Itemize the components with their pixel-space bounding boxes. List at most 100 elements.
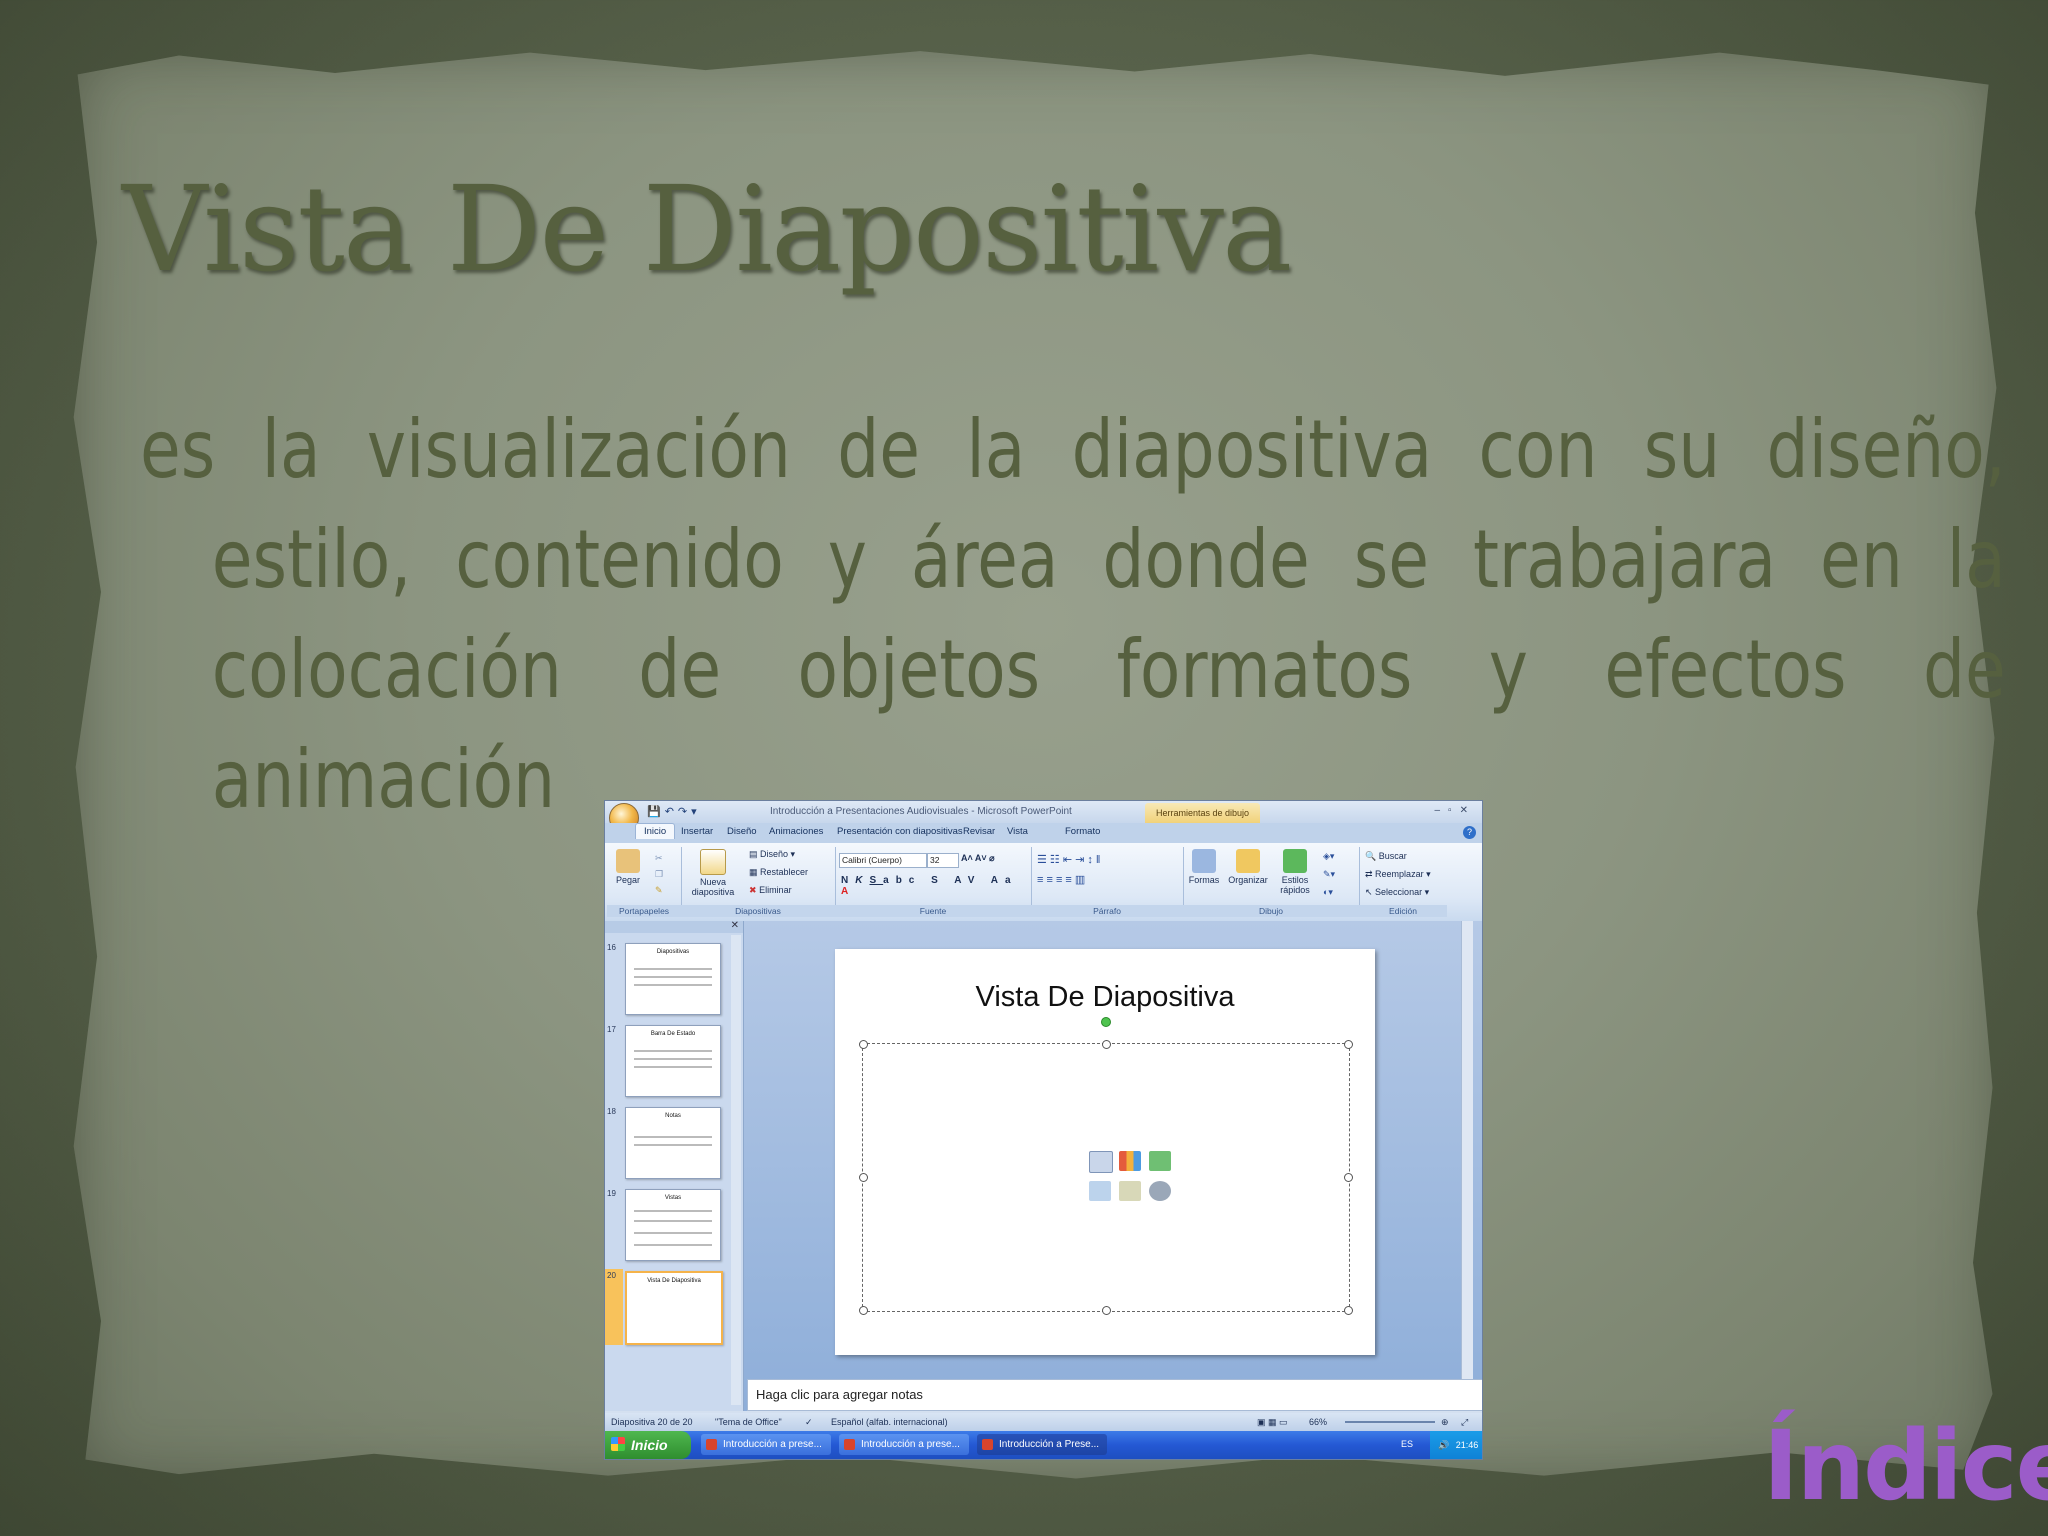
resize-handle[interactable] [1102,1306,1111,1315]
tab-inicio[interactable]: Inicio [635,823,676,839]
zoom-level[interactable]: 66% [1309,1413,1327,1431]
editor-scrollbar[interactable] [1461,921,1473,1381]
thumbnail-17[interactable]: 17 Barra De Estado [605,1023,733,1099]
ribbon: Pegar ✂ ❐ ✎ Portapapeles Nueva diapositi… [605,843,1482,922]
resize-handle[interactable] [859,1306,868,1315]
start-button[interactable]: Inicio [605,1431,691,1459]
close-icon[interactable]: ✕ [731,920,739,931]
powerpoint-icon [982,1439,993,1450]
resize-handle[interactable] [1102,1040,1111,1049]
pane-tabs[interactable]: ✕ [605,920,743,933]
group-diapositivas: Nueva diapositiva ▤ Diseño ▾ ▦ Restablec… [681,847,836,917]
align-buttons[interactable]: ≡ ≡ ≡ ≡ ▥ [1037,873,1085,886]
help-icon[interactable]: ? [1463,826,1476,839]
shapes-icon [1192,849,1216,873]
window-controls[interactable]: –▫✕ [1435,805,1477,816]
font-size-select[interactable]: 32 [927,853,959,868]
workspace: ✕ 16 Diapositivas 17 Barra De Estado 18 … [605,920,1482,1411]
taskbar-item-active[interactable]: Introducción a Prese... [977,1434,1107,1455]
rotation-handle[interactable] [1101,1017,1111,1027]
reset-button[interactable]: ▦ Restablecer [749,867,808,878]
resize-handle[interactable] [859,1040,868,1049]
tab-vista[interactable]: Vista [1007,826,1028,837]
format-painter-icon[interactable]: ✎ [655,885,663,896]
shape-outline-icon[interactable]: ✎▾ [1323,869,1335,880]
thumbnail-scrollbar[interactable] [731,935,741,1405]
copy-icon[interactable]: ❐ [655,869,663,880]
current-slide[interactable]: Vista De Diapositiva [835,949,1375,1355]
font-name-select[interactable]: Calibri (Cuerpo) [839,853,927,868]
select-button[interactable]: ↖ Seleccionar ▾ [1365,887,1429,898]
slide-counter: Diapositiva 20 de 20 [611,1417,693,1427]
window-title: Introducción a Presentaciones Audiovisua… [770,806,1072,817]
theme-name: "Tema de Office" [715,1417,782,1427]
notes-field[interactable]: Haga clic para agregar notas [747,1379,1482,1411]
resize-handle[interactable] [1344,1040,1353,1049]
arrange-button[interactable]: Organizar [1225,849,1271,885]
quick-styles-button[interactable]: Estilos rápidos [1275,849,1315,895]
group-label-edicion: Edición [1359,905,1447,917]
quick-styles-icon [1283,849,1307,873]
new-slide-button[interactable]: Nueva diapositiva [687,849,739,897]
tab-animaciones[interactable]: Animaciones [769,826,823,837]
taskbar: Inicio Introducción a prese... Introducc… [605,1431,1482,1459]
fit-window-icon[interactable]: ⤢ [1461,1413,1468,1431]
powerpoint-icon [706,1439,717,1450]
spelling-icon[interactable]: ✓ [805,1413,813,1431]
insert-picture-icon[interactable] [1089,1181,1111,1201]
slides-thumbnail-pane: ✕ 16 Diapositivas 17 Barra De Estado 18 … [605,920,744,1411]
slide-editor: Vista De Diapositiva [743,921,1473,1381]
group-parrafo: ☰ ☷ ⇤ ⇥ ↕ ‖ ≡ ≡ ≡ ≡ ▥ Párrafo [1031,847,1184,917]
group-label-parrafo: Párrafo [1031,905,1183,917]
thumbnail-18[interactable]: 18 Notas [605,1105,733,1181]
zoom-in-icon[interactable]: ⊕ [1441,1413,1449,1431]
speaker-icon[interactable]: 🔊 [1430,1440,1449,1450]
shape-effects-icon[interactable]: ◐▾ [1323,887,1333,898]
insert-clipart-icon[interactable] [1119,1181,1141,1201]
replace-button[interactable]: ⇄ Reemplazar ▾ [1365,869,1431,880]
current-slide-title[interactable]: Vista De Diapositiva [835,981,1375,1014]
slide-body-text: es la visualización de la diapositiva co… [140,403,2006,826]
context-tab-drawing-tools: Herramientas de dibujo [1145,803,1260,823]
cut-icon[interactable]: ✂ [655,853,663,864]
system-tray: 🔊 21:46 [1430,1431,1482,1459]
slide-title: Vista De Diapositiva [122,160,1292,298]
list-buttons[interactable]: ☰ ☷ ⇤ ⇥ ↕ ‖ [1037,853,1100,866]
view-buttons[interactable]: ▣ ▦ ▭ [1257,1413,1288,1431]
taskbar-item[interactable]: Introducción a prese... [701,1434,831,1455]
find-button[interactable]: 🔍 Buscar [1365,851,1407,862]
shapes-button[interactable]: Formas [1187,849,1221,885]
ribbon-tabs: Inicio Insertar Diseño Animaciones Prese… [605,823,1482,843]
resize-handle[interactable] [859,1173,868,1182]
tab-presentacion[interactable]: Presentación con diapositivas [837,826,963,837]
paste-button[interactable]: Pegar [613,849,643,885]
delete-slide-button[interactable]: ✖ Eliminar [749,885,792,896]
layout-button[interactable]: ▤ Diseño ▾ [749,849,795,860]
insert-table-icon[interactable] [1089,1151,1113,1173]
thumbnail-19[interactable]: 19 Vistas [605,1187,733,1263]
insert-chart-icon[interactable] [1119,1151,1141,1171]
tab-diseno[interactable]: Diseño [727,826,757,837]
taskbar-item[interactable]: Introducción a prese... [839,1434,969,1455]
resize-handle[interactable] [1344,1306,1353,1315]
resize-handle[interactable] [1344,1173,1353,1182]
grow-shrink-font-buttons[interactable]: A˄ A˅ ⌀ [961,853,995,864]
zoom-slider[interactable] [1345,1421,1435,1423]
font-format-buttons[interactable]: NKSabc S AV Aa A [841,875,1031,897]
group-label-portapapeles: Portapapeles [607,905,681,917]
quick-access-toolbar-icons[interactable]: 💾↶↷▾ [647,805,701,818]
insert-media-icon[interactable] [1149,1181,1171,1201]
language-status[interactable]: Español (alfab. internacional) [831,1413,948,1431]
insert-content-icons [1089,1151,1171,1211]
tab-insertar[interactable]: Insertar [681,826,713,837]
group-label-fuente: Fuente [835,905,1031,917]
index-link[interactable]: Índice [1763,1410,2048,1522]
content-placeholder[interactable] [859,1040,1353,1315]
insert-smartart-icon[interactable] [1149,1151,1171,1171]
tab-revisar[interactable]: Revisar [963,826,995,837]
language-indicator[interactable]: ES [1401,1439,1413,1449]
thumbnail-20-selected[interactable]: 20 Vista De Diapositiva [605,1269,733,1345]
shape-fill-icon[interactable]: ◈▾ [1323,851,1334,862]
thumbnail-16[interactable]: 16 Diapositivas [605,941,733,1017]
tab-formato[interactable]: Formato [1065,826,1100,837]
